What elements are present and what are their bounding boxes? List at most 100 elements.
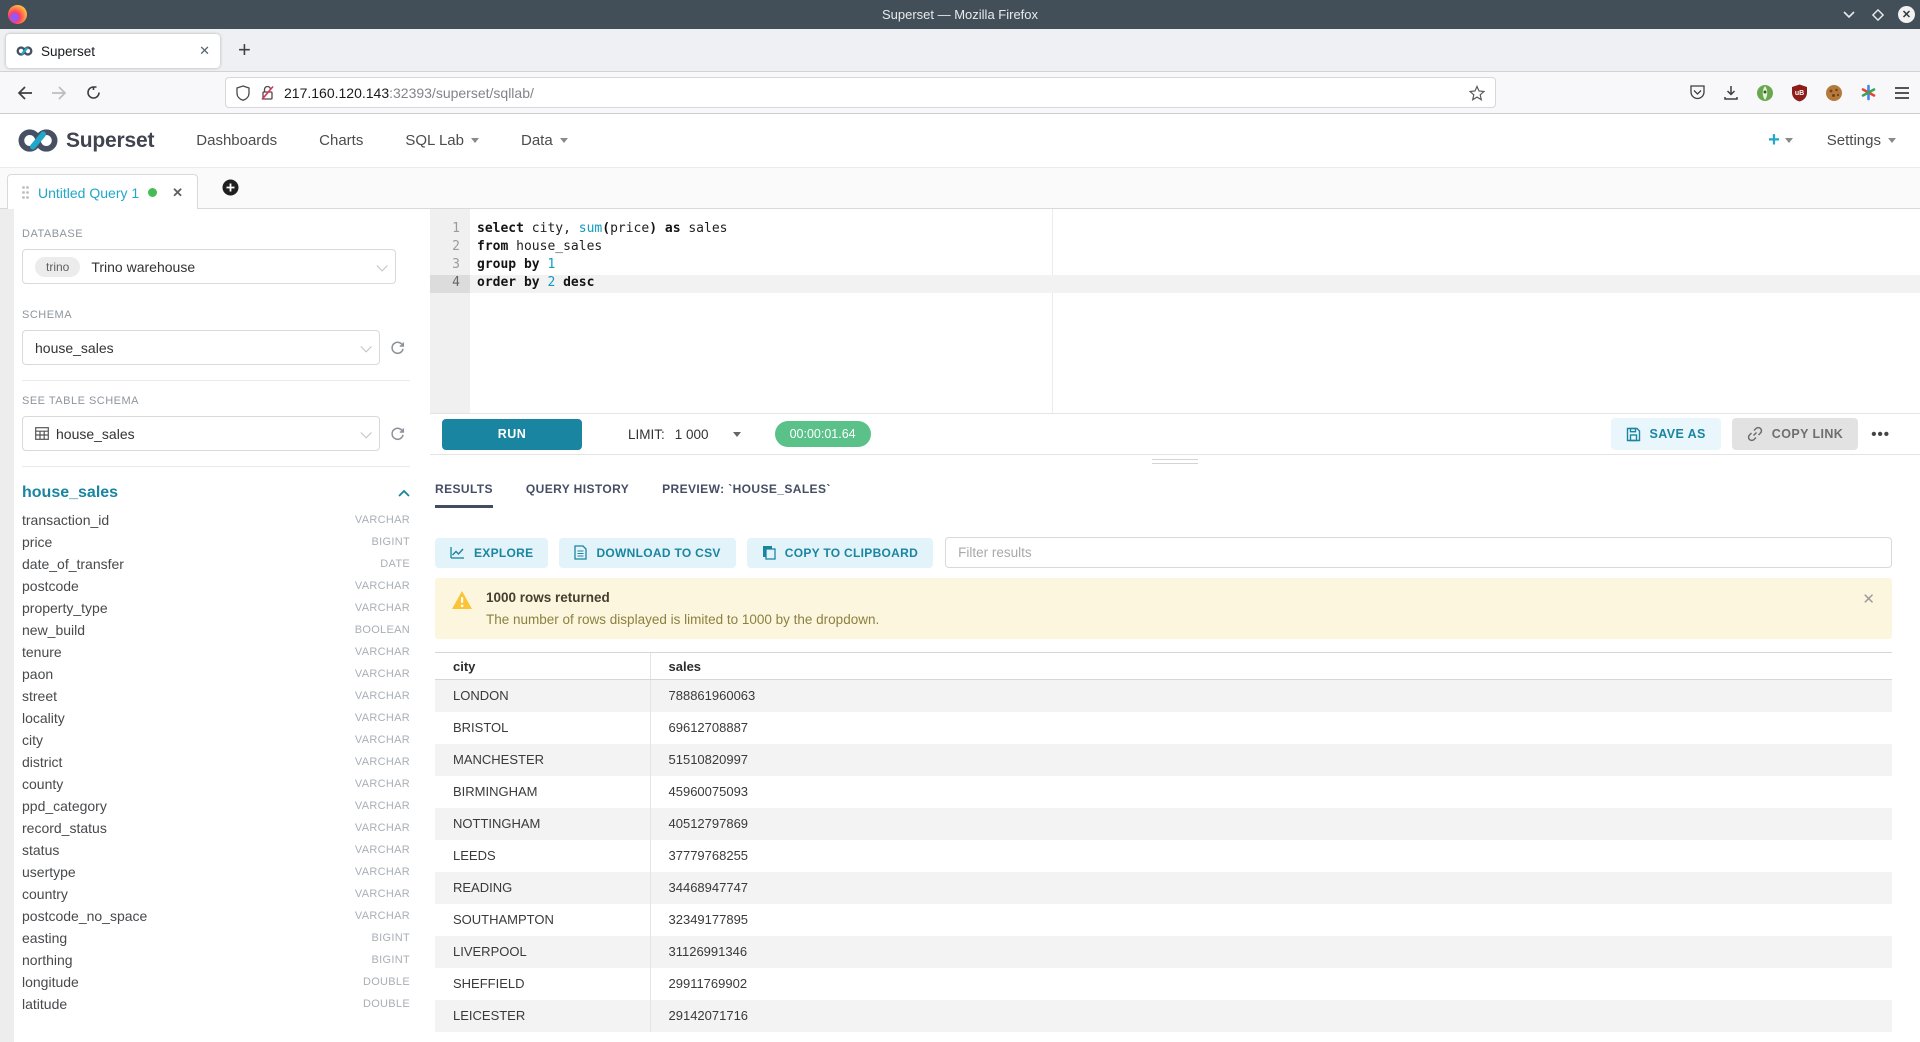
table-row[interactable]: READING34468947747 xyxy=(435,872,1892,904)
table-row[interactable]: LEICESTER29142071716 xyxy=(435,1000,1892,1032)
back-icon[interactable] xyxy=(8,78,42,108)
table-select[interactable]: house_sales xyxy=(22,416,380,451)
column-row[interactable]: latitudeDOUBLE xyxy=(22,993,410,1015)
column-row[interactable]: localityVARCHAR xyxy=(22,707,410,729)
database-select[interactable]: trino Trino warehouse xyxy=(22,249,396,284)
shield-icon[interactable] xyxy=(236,85,250,101)
nav-dashboards[interactable]: Dashboards xyxy=(196,132,277,149)
column-row[interactable]: new_buildBOOLEAN xyxy=(22,619,410,641)
reload-icon[interactable] xyxy=(76,78,110,108)
column-row[interactable]: northingBIGINT xyxy=(22,949,410,971)
table-row[interactable]: BIRMINGHAM45960075093 xyxy=(435,776,1892,808)
query-tab-close-icon[interactable]: ✕ xyxy=(172,185,183,201)
query-tab[interactable]: Untitled Query 1 ✕ xyxy=(7,174,198,210)
schema-select[interactable]: house_sales xyxy=(22,330,380,365)
alert-close-icon[interactable]: ✕ xyxy=(1862,590,1875,608)
lock-insecure-icon[interactable] xyxy=(260,85,275,101)
minimize-icon[interactable] xyxy=(1840,6,1858,24)
column-row[interactable]: property_typeVARCHAR xyxy=(22,597,410,619)
close-icon[interactable]: ✕ xyxy=(1898,6,1915,23)
table-row[interactable]: NOTTINGHAM40512797869 xyxy=(435,808,1892,840)
refresh-icon[interactable] xyxy=(390,426,405,441)
tab-query-history[interactable]: QUERY HISTORY xyxy=(526,482,629,508)
table-row[interactable]: MANCHESTER51510820997 xyxy=(435,744,1892,776)
column-row[interactable]: ppd_categoryVARCHAR xyxy=(22,795,410,817)
run-button[interactable]: RUN xyxy=(442,419,582,450)
table-row[interactable]: LEEDS37779768255 xyxy=(435,840,1892,872)
table-row[interactable]: BRISTOL69612708887 xyxy=(435,712,1892,744)
database-type-badge: trino xyxy=(35,257,80,277)
forward-icon[interactable] xyxy=(42,78,76,108)
column-row[interactable]: usertypeVARCHAR xyxy=(22,861,410,883)
menu-hamburger-icon[interactable] xyxy=(1894,86,1910,100)
ublock-icon[interactable]: uB xyxy=(1791,84,1808,102)
table-row[interactable]: LONDON788861960063 xyxy=(435,680,1892,712)
column-row[interactable]: priceBIGINT xyxy=(22,531,410,553)
column-row[interactable]: paonVARCHAR xyxy=(22,663,410,685)
limit-dropdown[interactable]: LIMIT: 1 000 xyxy=(628,427,741,442)
settings-menu[interactable]: Settings xyxy=(1827,132,1896,149)
add-query-tab-icon[interactable] xyxy=(222,179,239,196)
column-row[interactable]: statusVARCHAR xyxy=(22,839,410,861)
privacy-badger-icon[interactable] xyxy=(1756,84,1774,102)
explore-button[interactable]: EXPLORE xyxy=(435,538,548,568)
column-type: VARCHAR xyxy=(355,646,410,658)
column-row[interactable]: cityVARCHAR xyxy=(22,729,410,751)
save-as-button[interactable]: SAVE AS xyxy=(1611,418,1721,450)
nav-sql-lab[interactable]: SQL Lab xyxy=(405,132,479,149)
table-row[interactable]: LIVERPOOL31126991346 xyxy=(435,936,1892,968)
browser-tab[interactable]: Superset ✕ xyxy=(6,34,220,68)
cookie-icon[interactable] xyxy=(1825,84,1843,102)
nav-charts[interactable]: Charts xyxy=(319,132,363,149)
copy-link-button[interactable]: COPY LINK xyxy=(1732,418,1858,450)
line-number: 1 xyxy=(430,221,470,239)
bookmark-star-icon[interactable] xyxy=(1469,85,1485,101)
drag-handle-icon[interactable] xyxy=(22,186,29,199)
column-row[interactable]: record_statusVARCHAR xyxy=(22,817,410,839)
add-new-button[interactable]: + xyxy=(1768,129,1793,152)
column-row[interactable]: eastingBIGINT xyxy=(22,927,410,949)
nav-data[interactable]: Data xyxy=(521,132,568,149)
pocket-icon[interactable] xyxy=(1689,84,1706,101)
url-bar[interactable]: 217.160.120.143:32393/superset/sqllab/ xyxy=(225,77,1496,108)
sql-editor[interactable]: 1234 select city, sum(price) as salesfro… xyxy=(430,209,1920,413)
column-row[interactable]: districtVARCHAR xyxy=(22,751,410,773)
superset-logo[interactable]: Superset xyxy=(17,127,154,154)
new-tab-icon[interactable]: + xyxy=(238,39,251,61)
column-row[interactable]: longitudeDOUBLE xyxy=(22,971,410,993)
column-row[interactable]: postcode_no_spaceVARCHAR xyxy=(22,905,410,927)
downloads-icon[interactable] xyxy=(1723,85,1739,101)
pane-resize-handle[interactable] xyxy=(430,455,1920,469)
column-row[interactable]: postcodeVARCHAR xyxy=(22,575,410,597)
column-type: VARCHAR xyxy=(355,866,410,878)
refresh-icon[interactable] xyxy=(390,340,405,355)
chevron-down-icon xyxy=(1888,138,1896,143)
editor-gutter: 1234 xyxy=(430,209,470,413)
more-options-icon[interactable]: ••• xyxy=(1871,426,1890,443)
sidebar-rail[interactable] xyxy=(0,209,14,1042)
column-header-sales[interactable]: sales xyxy=(650,653,1892,680)
stylus-icon[interactable] xyxy=(1860,84,1877,101)
maximize-icon[interactable] xyxy=(1869,6,1887,24)
column-type: BIGINT xyxy=(372,954,410,966)
copy-clipboard-button[interactable]: COPY TO CLIPBOARD xyxy=(747,538,933,568)
download-csv-button[interactable]: DOWNLOAD TO CSV xyxy=(559,538,735,568)
tab-close-icon[interactable]: ✕ xyxy=(199,43,210,59)
filter-results-input[interactable] xyxy=(945,537,1892,568)
column-row[interactable]: tenureVARCHAR xyxy=(22,641,410,663)
column-row[interactable]: transaction_idVARCHAR xyxy=(22,509,410,531)
column-row[interactable]: date_of_transferDATE xyxy=(22,553,410,575)
table-row[interactable]: SHEFFIELD29911769902 xyxy=(435,968,1892,1000)
tab-preview[interactable]: PREVIEW: `HOUSE_SALES` xyxy=(662,482,831,508)
table-title[interactable]: house_sales xyxy=(22,484,118,502)
column-row[interactable]: countryVARCHAR xyxy=(22,883,410,905)
column-row[interactable]: streetVARCHAR xyxy=(22,685,410,707)
editor-code[interactable]: select city, sum(price) as salesfrom hou… xyxy=(470,209,1920,413)
column-type: VARCHAR xyxy=(355,602,410,614)
table-row[interactable]: SOUTHAMPTON32349177895 xyxy=(435,904,1892,936)
chevron-up-icon[interactable] xyxy=(398,489,410,497)
tab-results[interactable]: RESULTS xyxy=(435,482,493,508)
column-header-city[interactable]: city xyxy=(435,653,650,680)
svg-text:uB: uB xyxy=(1795,90,1804,97)
column-row[interactable]: countyVARCHAR xyxy=(22,773,410,795)
